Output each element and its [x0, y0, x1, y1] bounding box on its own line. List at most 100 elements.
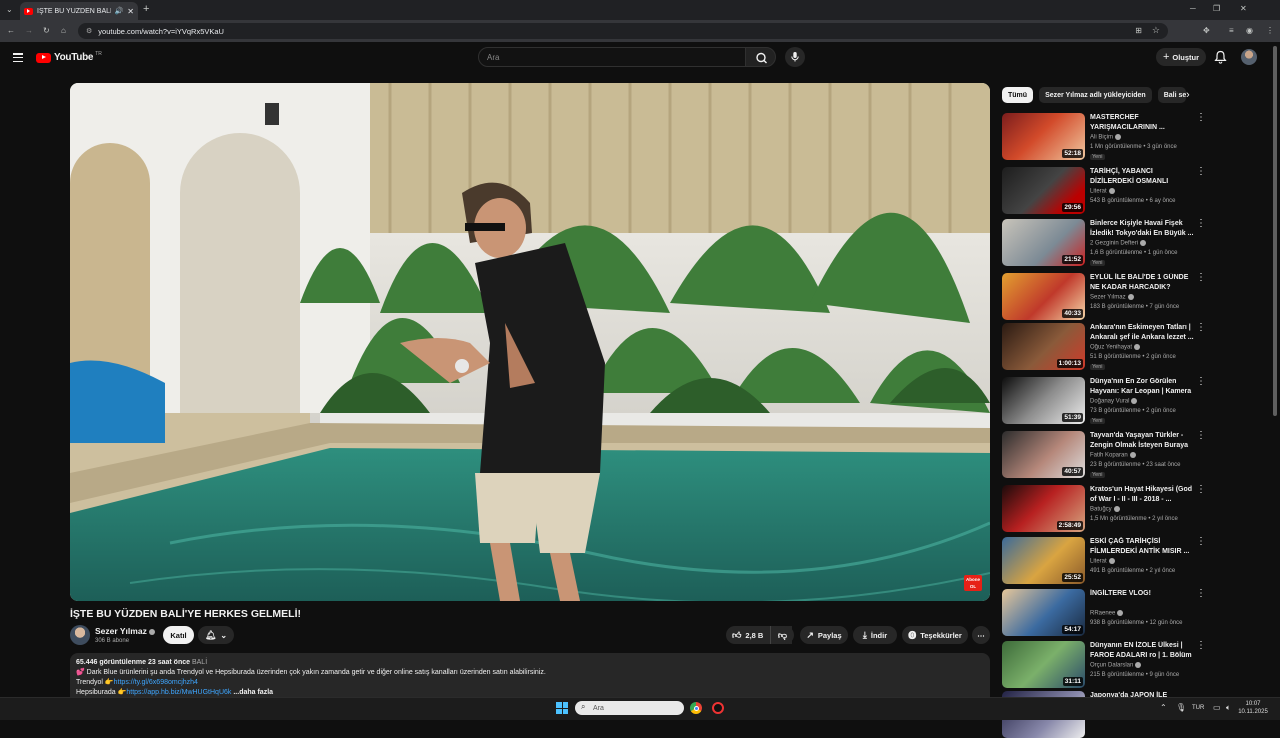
video-thumbnail[interactable]: 40:57: [1002, 431, 1085, 478]
recommended-title[interactable]: Dünyanın EN İZOLE Ülkesi | FAROE ADALARI…: [1090, 641, 1194, 661]
thanks-button[interactable]: ⓿ Teşekkürler: [902, 626, 968, 644]
search-button[interactable]: [745, 47, 776, 67]
recommended-channel-name[interactable]: RRaenee: [1090, 611, 1115, 617]
clock[interactable]: 10:07 10.11.2025: [1238, 700, 1268, 716]
more-vertical-icon[interactable]: ⋮: [1196, 641, 1206, 651]
recommended-title[interactable]: İNGİLTERE VLOG!: [1090, 589, 1194, 599]
recommended-channel-name[interactable]: Fatih Koparan: [1090, 453, 1128, 459]
recommended-video[interactable]: 40:33 EYLÜL İLE BALİ'DE 1 GÜNDE NE KADAR …: [1002, 273, 1207, 323]
youtube-logo[interactable]: YouTube TR: [36, 51, 102, 63]
new-tab-icon[interactable]: +: [143, 4, 149, 15]
chip-bali[interactable]: Bali sey: [1157, 87, 1186, 103]
browser-menu-icon[interactable]: ⋮: [1266, 26, 1274, 36]
more-vertical-icon[interactable]: ⋮: [1196, 589, 1206, 599]
recommended-video[interactable]: 52:18 MASTERCHEF YARIŞMACILARININ ... Ali …: [1002, 113, 1207, 163]
recommended-channel[interactable]: Ali Biçim: [1090, 134, 1122, 141]
more-vertical-icon[interactable]: ⋮: [1196, 273, 1206, 283]
profile-icon[interactable]: ◉: [1246, 26, 1253, 36]
hepsiburada-link[interactable]: https://app.hb.biz/MwHUGtHqU6k: [126, 689, 231, 696]
recommended-channel-name[interactable]: 2 Gezginin Defteri: [1090, 241, 1138, 247]
join-button[interactable]: Katıl: [163, 626, 194, 644]
reading-list-icon[interactable]: ≡: [1229, 26, 1234, 36]
share-button[interactable]: ↗ Paylaş: [800, 626, 848, 644]
recommended-video[interactable]: 2:58:49 Kratos'un Hayat Hikayesi (God of …: [1002, 485, 1207, 535]
recommended-title[interactable]: TARİHÇİ, YABANCI DİZİLERDEKİ OSMANLI SAH…: [1090, 167, 1194, 187]
close-tab-icon[interactable]: ✕: [127, 7, 134, 16]
recommended-channel[interactable]: Literat: [1090, 558, 1115, 565]
recommended-channel[interactable]: Oğuz Yenihayat: [1090, 344, 1141, 351]
chips-next-icon[interactable]: ›: [1186, 88, 1190, 102]
video-thumbnail[interactable]: 40:33: [1002, 273, 1085, 320]
recommended-title[interactable]: ESKİ ÇAĞ TARİHÇİSİ FİLMLERDEKİ ANTİK MIS…: [1090, 537, 1194, 557]
recommended-video[interactable]: 1:00:13 Ankara'nın Eskimeyen Tatları | An…: [1002, 323, 1207, 373]
site-info-icon[interactable]: ⚙: [86, 27, 92, 35]
back-icon[interactable]: ←: [7, 26, 15, 36]
bookmark-star-icon[interactable]: ☆: [1152, 25, 1160, 36]
recommended-title[interactable]: Binlerce Kişiyle Havai Fişek İzledik! To…: [1090, 219, 1194, 239]
recommended-channel[interactable]: RRaenee: [1090, 610, 1124, 617]
recommended-video[interactable]: 25:52 ESKİ ÇAĞ TARİHÇİSİ FİLMLERDEKİ ANTİ…: [1002, 537, 1207, 587]
network-icon[interactable]: ▭: [1213, 703, 1221, 712]
recommended-title[interactable]: Kratos'un Hayat Hikayesi (God of War I -…: [1090, 485, 1194, 505]
restore-icon[interactable]: ❐: [1213, 4, 1220, 14]
chip-from-uploader[interactable]: Sezer Yılmaz adlı yükleyiciden: [1039, 87, 1152, 103]
more-actions-button[interactable]: ⋯: [972, 626, 990, 644]
recommended-video[interactable]: 29:56 TARİHÇİ, YABANCI DİZİLERDEKİ OSMANL…: [1002, 167, 1207, 217]
create-button[interactable]: + Oluştur: [1156, 48, 1206, 66]
recommended-title[interactable]: MASTERCHEF YARIŞMACILARININ ...: [1090, 113, 1194, 133]
recommended-title[interactable]: EYLÜL İLE BALİ'DE 1 GÜNDE NE KADAR HARCA…: [1090, 273, 1194, 293]
channel-name[interactable]: Sezer Yılmaz: [95, 626, 147, 636]
video-thumbnail[interactable]: 52:18: [1002, 113, 1085, 160]
recommended-channel-name[interactable]: Literat: [1090, 189, 1107, 195]
more-vertical-icon[interactable]: ⋮: [1196, 537, 1206, 547]
video-thumbnail[interactable]: 1:00:13: [1002, 323, 1085, 370]
minimize-icon[interactable]: ─: [1190, 4, 1196, 14]
home-icon[interactable]: ⌂: [61, 26, 66, 36]
more-vertical-icon[interactable]: ⋮: [1196, 113, 1206, 123]
video-thumbnail[interactable]: 2:58:49: [1002, 485, 1085, 532]
video-player[interactable]: Abone OL: [70, 83, 990, 601]
recommended-video[interactable]: 21:52 Binlerce Kişiyle Havai Fişek İzledi…: [1002, 219, 1207, 269]
notifications-button[interactable]: [1214, 50, 1227, 69]
recommended-channel[interactable]: Sezer Yılmaz: [1090, 294, 1134, 301]
recommended-channel[interactable]: Orçun Dalarslan: [1090, 662, 1142, 669]
recommended-channel-name[interactable]: Orçun Dalarslan: [1090, 663, 1133, 669]
speaker-icon[interactable]: 🔊: [115, 7, 124, 15]
recommended-title[interactable]: Dünya'nın En Zor Görülen Hayvanı: Kar Le…: [1090, 377, 1194, 397]
volume-icon[interactable]: 🔈︎: [1226, 703, 1231, 713]
subscribe-watermark[interactable]: Abone OL: [964, 575, 982, 591]
more-vertical-icon[interactable]: ⋮: [1196, 377, 1206, 387]
video-thumbnail[interactable]: 31:11: [1002, 641, 1085, 688]
recommended-video[interactable]: 40:57 Tayvan'da Yaşayan Türkler - Zengin …: [1002, 431, 1207, 481]
recommended-video[interactable]: 54:17 İNGİLTERE VLOG! RRaenee 938 B görüntü…: [1002, 589, 1207, 639]
recommended-channel[interactable]: Literat: [1090, 188, 1115, 195]
tab-list-icon[interactable]: ⌄: [6, 5, 13, 15]
recommended-video[interactable]: 31:11 Dünyanın EN İZOLE Ülkesi | FAROE AD…: [1002, 641, 1207, 691]
more-vertical-icon[interactable]: ⋮: [1196, 323, 1206, 333]
recommended-video[interactable]: 51:39 Dünya'nın En Zor Görülen Hayvanı: K…: [1002, 377, 1207, 427]
description-tag[interactable]: BALİ: [192, 659, 207, 666]
recommended-channel-name[interactable]: Oğuz Yenihayat: [1090, 345, 1132, 351]
install-app-icon[interactable]: ⊞: [1135, 26, 1142, 35]
more-vertical-icon[interactable]: ⋮: [1196, 431, 1206, 441]
search-input[interactable]: Ara: [478, 47, 746, 67]
scrollbar-thumb[interactable]: [1273, 46, 1277, 416]
voice-search-button[interactable]: [785, 47, 805, 67]
show-more-link[interactable]: ...daha fazla: [233, 689, 273, 696]
account-avatar[interactable]: [1241, 49, 1257, 65]
language-indicator[interactable]: TUR: [1192, 705, 1204, 711]
more-vertical-icon[interactable]: ⋮: [1196, 167, 1206, 177]
close-window-icon[interactable]: ✕: [1240, 4, 1247, 14]
recommended-channel[interactable]: Doğanay Vural: [1090, 398, 1138, 405]
url-field[interactable]: ⚙ youtube.com/watch?v=iYVqRx5VKaU ⊞ ☆: [78, 23, 1168, 39]
recommended-channel-name[interactable]: Sezer Yılmaz: [1090, 295, 1126, 301]
recommended-channel-name[interactable]: Literat: [1090, 559, 1107, 565]
taskbar-search[interactable]: ⌕ Ara: [575, 701, 684, 715]
more-vertical-icon[interactable]: ⋮: [1196, 219, 1206, 229]
windows-start-icon[interactable]: [556, 702, 568, 714]
page-scrollbar[interactable]: [1272, 44, 1278, 697]
dislike-button[interactable]: 👎︎: [770, 626, 794, 644]
extensions-icon[interactable]: ✥: [1203, 26, 1210, 36]
recommended-channel[interactable]: Fatih Koparan: [1090, 452, 1136, 459]
forward-icon[interactable]: →: [25, 26, 33, 36]
